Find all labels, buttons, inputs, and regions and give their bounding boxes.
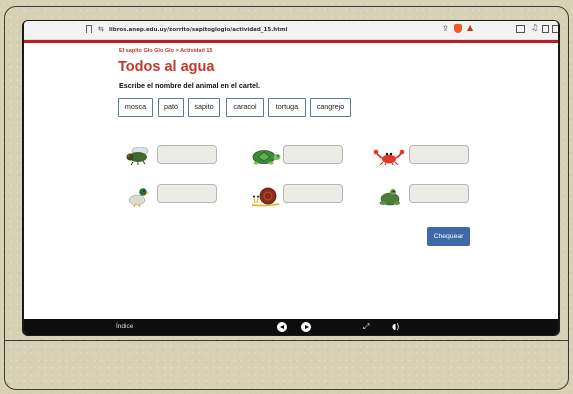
answer-field-fly[interactable]: [157, 145, 217, 164]
answer-field-snail[interactable]: [283, 184, 343, 203]
music-icon[interactable]: ♫: [531, 23, 538, 32]
frog-icon: [379, 189, 400, 206]
word-chip-tortuga[interactable]: tortuga: [268, 98, 306, 117]
crab-icon: [373, 149, 405, 165]
page-title: Todos al agua: [118, 59, 215, 75]
site-settings-icon[interactable]: ⇆: [98, 25, 104, 33]
browser-screen: ⇆ libros.anep.edu.uy/zorrito/sapitoglogi…: [24, 21, 558, 335]
bookmark-icon[interactable]: [86, 25, 92, 33]
duck-icon: [128, 188, 149, 207]
rewards-icon[interactable]: ▲: [467, 23, 473, 32]
url-field[interactable]: libros.anep.edu.uy/zorrito/sapitoglogio/…: [109, 27, 287, 33]
tabs-icon[interactable]: [552, 25, 558, 33]
tablet-device: ⇆ libros.anep.edu.uy/zorrito/sapitoglogi…: [22, 20, 560, 336]
previous-page-icon[interactable]: [277, 322, 287, 332]
word-chip-caracol[interactable]: caracol: [226, 98, 264, 117]
bottom-nav-bar: Índice ⤢ ◖): [24, 319, 558, 335]
next-page-icon[interactable]: [301, 322, 311, 332]
answer-field-duck[interactable]: [157, 184, 217, 203]
answer-field-frog[interactable]: [409, 184, 469, 203]
word-chip-mosca[interactable]: mosca: [118, 98, 153, 117]
brave-shield-icon[interactable]: [454, 24, 462, 33]
frame-divider: [5, 340, 568, 341]
word-chip-sapito[interactable]: sapito: [188, 98, 220, 117]
answer-field-turtle[interactable]: [283, 145, 343, 164]
index-link[interactable]: Índice: [116, 323, 133, 330]
fly-icon: [126, 147, 149, 165]
answer-field-crab[interactable]: [409, 145, 469, 164]
turtle-icon: [252, 150, 281, 165]
fullscreen-icon[interactable]: ⤢: [363, 322, 369, 332]
snail-icon: [252, 187, 279, 207]
sidebar-icon[interactable]: [516, 25, 525, 33]
audio-icon[interactable]: ◖): [392, 322, 399, 332]
breadcrumb[interactable]: El sapito Glo Glo Glo > Actividad 15: [119, 48, 212, 54]
share-icon[interactable]: ⇪: [442, 24, 449, 33]
accent-bar: [24, 40, 558, 43]
word-chip-pato[interactable]: pato: [158, 98, 184, 117]
instruction-text: Escribe el nombre del animal en el carte…: [119, 81, 261, 90]
check-button[interactable]: Chequear: [427, 227, 470, 246]
window-icon[interactable]: [542, 25, 549, 33]
word-chip-cangrejo[interactable]: cangrejo: [310, 98, 351, 117]
browser-toolbar: ⇆ libros.anep.edu.uy/zorrito/sapitoglogi…: [24, 21, 558, 40]
